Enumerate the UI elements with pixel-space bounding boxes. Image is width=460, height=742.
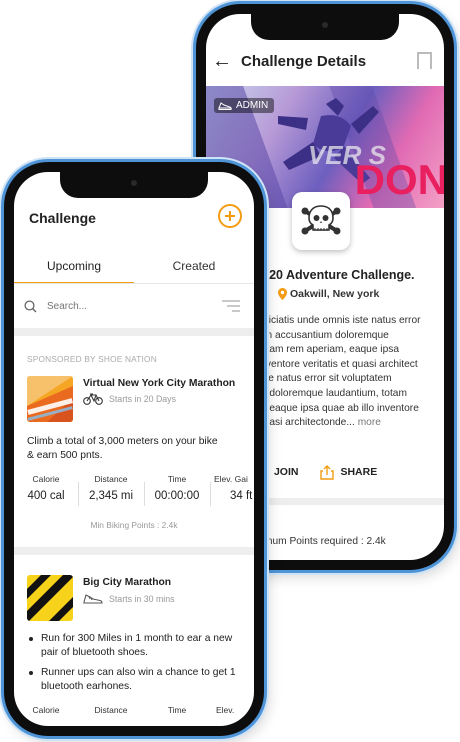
page-title: Challenge <box>29 210 96 226</box>
start-text: Starts in 20 Days <box>109 394 176 404</box>
description-text: spiciatis unde omnis iste natus error em… <box>258 315 421 429</box>
stat-time: Time <box>146 705 208 715</box>
search-bar <box>24 294 244 318</box>
skull-pistons-logo-icon <box>301 205 341 235</box>
challenge-logo <box>292 192 350 250</box>
filter-icon[interactable] <box>222 300 240 315</box>
stat-label: Elev. <box>216 705 235 715</box>
challenge-stats: Calorie Distance Time Elev. <box>14 705 254 726</box>
stat-calorie: Calorie 400 cal <box>16 474 76 502</box>
page-title: Challenge Details <box>241 53 367 70</box>
challenge-thumbnail[interactable] <box>27 376 73 422</box>
add-challenge-icon[interactable] <box>218 204 242 228</box>
stat-label: Distance <box>94 705 128 715</box>
city-marathon-thumbnail-image <box>27 376 73 422</box>
stat-value: 00:00:00 <box>154 490 200 502</box>
stat-calorie: Calorie <box>16 705 76 715</box>
admin-label: ADMIN <box>236 100 269 111</box>
bicycle-icon <box>83 393 103 405</box>
banner-text-large: DON <box>354 156 444 203</box>
running-shoe-icon <box>83 594 103 604</box>
stat-distance: Distance <box>80 705 142 715</box>
stat-label: Elev. Gai <box>214 474 248 484</box>
stat-time: Time 00:00:00 <box>146 474 208 502</box>
stat-separator <box>144 482 145 506</box>
share-label: SHARE <box>340 466 378 478</box>
details-header: ← Challenge Details <box>206 48 444 76</box>
more-link[interactable]: more <box>358 417 381 428</box>
phone-notch <box>251 14 399 40</box>
section-divider <box>14 328 254 336</box>
list-item: Run for 300 Miles in 1 month to ear a ne… <box>27 632 239 660</box>
stat-elevation: Elev. Gai 34 ft <box>214 474 254 502</box>
location-text: Oakwill, New york <box>290 288 380 300</box>
sponsor-label: SPONSORED BY SHOE NATION <box>27 354 157 364</box>
tab-created[interactable]: Created <box>134 250 254 284</box>
stat-label: Calorie <box>32 705 60 715</box>
stat-distance: Distance 2,345 mi <box>80 474 142 502</box>
challenge-title[interactable]: Big City Marathon <box>83 577 171 588</box>
challenge-list-screen: Challenge Upcoming Created SPONSORED BY … <box>14 172 254 726</box>
challenge-start-info: Starts in 20 Days <box>83 393 176 405</box>
phone-notch <box>60 172 208 198</box>
search-input[interactable] <box>45 299 209 313</box>
list-item: Runner ups can also win a chance to get … <box>27 666 239 694</box>
min-points: Min Biking Points : 2.4k <box>90 520 178 530</box>
stat-label: Time <box>167 474 187 484</box>
challenge-rules-list: Run for 300 Miles in 1 month to ear a ne… <box>27 632 239 700</box>
shoe-icon <box>218 102 232 110</box>
join-button[interactable]: + JOIN <box>258 462 298 482</box>
front-phone-frame: Challenge Upcoming Created SPONSORED BY … <box>4 162 264 736</box>
challenge-stats: Calorie 400 cal Distance 2,345 mi Time 0… <box>14 474 254 510</box>
share-button[interactable]: SHARE <box>320 464 378 480</box>
stat-label: Distance <box>94 474 128 484</box>
stat-value: 400 cal <box>27 490 65 502</box>
tab-upcoming[interactable]: Upcoming <box>14 250 134 284</box>
challenge-description: Climb a total of 3,000 meters on your bi… <box>27 436 218 461</box>
stat-label: Time <box>167 705 187 715</box>
back-arrow-icon[interactable]: ← <box>212 50 232 73</box>
stat-value: 34 ft <box>230 490 253 502</box>
action-bar: + JOIN SHARE <box>258 462 377 482</box>
big-city-marathon-thumbnail-image <box>27 575 73 621</box>
challenge-tabs: Upcoming Created <box>14 250 254 284</box>
challenge-title[interactable]: Virtual New York City Marathon <box>83 378 235 389</box>
bookmark-icon[interactable] <box>417 52 432 74</box>
stat-separator <box>78 482 79 506</box>
challenge-name: n 20 Adventure Challenge. <box>258 268 415 282</box>
points-required: mum Points required : 2.4k <box>264 536 386 547</box>
stat-label: Calorie <box>32 474 60 484</box>
search-icon <box>24 299 37 312</box>
section-divider <box>14 547 254 555</box>
challenge-location: Oakwill, New york <box>278 288 379 300</box>
challenge-start-info: Starts in 30 mins <box>83 593 175 605</box>
start-text: Starts in 30 mins <box>109 594 175 604</box>
challenge-thumbnail[interactable] <box>27 575 73 621</box>
stat-separator <box>210 482 211 506</box>
challenge-description: spiciatis unde omnis iste natus error em… <box>258 314 444 431</box>
admin-badge: ADMIN <box>214 98 275 113</box>
share-icon <box>320 464 335 480</box>
stat-elevation: Elev. <box>216 705 254 715</box>
tab-divider <box>14 283 254 284</box>
join-label: JOIN <box>273 466 299 478</box>
stat-value: 2,345 mi <box>88 490 134 502</box>
location-pin-icon <box>278 288 287 300</box>
